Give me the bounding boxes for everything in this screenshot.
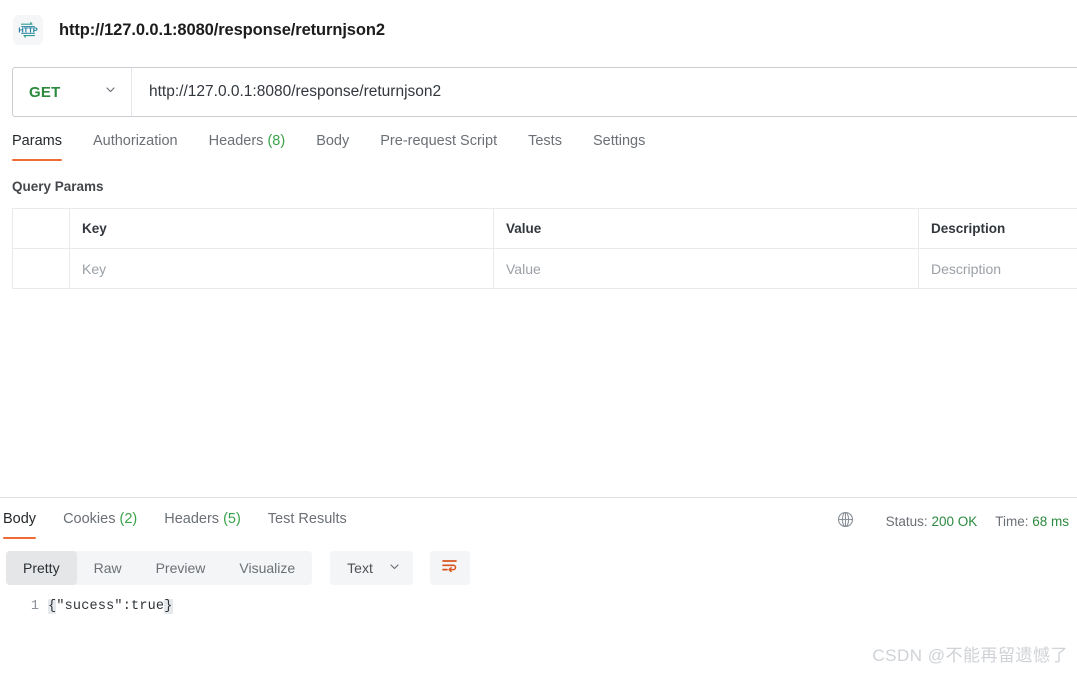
query-params-table: Key Value Description Key Value Descript…: [12, 208, 1077, 289]
tab-params-label: Params: [12, 133, 62, 149]
tab-settings-label: Settings: [592, 133, 646, 149]
row-checkbox-cell[interactable]: [12, 248, 70, 289]
response-tab-body-label: Body: [3, 511, 37, 527]
line-number: 1: [30, 599, 39, 614]
watermark: CSDN @不能再留遗憾了: [872, 646, 1068, 665]
tab-settings[interactable]: Settings: [593, 131, 645, 161]
response-tabs: Body Cookies (2) Headers (5) Test Result…: [3, 509, 374, 539]
http-method-selector[interactable]: GET: [13, 68, 131, 116]
http-method-label: GET: [29, 83, 61, 101]
status-value: 200 OK: [931, 513, 978, 529]
postman-window: HTTP http://127.0.0.1:8080/response/retu…: [0, 0, 1077, 674]
response-tab-body[interactable]: Body: [3, 509, 37, 539]
tab-pre-request-script[interactable]: Pre-request Script: [380, 131, 497, 161]
request-tabs: Params Authorization Headers (8) Body Pr…: [12, 131, 1077, 167]
tab-params[interactable]: Params: [12, 131, 62, 161]
view-mode-group: Pretty Raw Preview Visualize: [6, 551, 313, 585]
response-status-block: Status: 200 OK Time: 68 ms: [837, 511, 1069, 531]
close-brace: }: [164, 599, 173, 614]
time-badge[interactable]: Time: 68 ms: [995, 514, 1069, 529]
response-body-line: {"sucess":true}: [48, 595, 173, 618]
status-label: Status:: [885, 513, 928, 529]
response-tab-headers[interactable]: Headers (5): [164, 509, 241, 539]
column-header-value: Value: [493, 208, 919, 249]
tab-headers-label: Headers: [208, 133, 264, 149]
column-header-checkbox: [12, 208, 70, 249]
tab-body-label: Body: [316, 133, 350, 149]
tab-authorization-label: Authorization: [92, 133, 178, 149]
view-mode-raw[interactable]: Raw: [77, 551, 139, 585]
table-header-row: Key Value Description: [12, 208, 1077, 249]
request-url-input[interactable]: http://127.0.0.1:8080/response/returnjso…: [132, 68, 1077, 116]
time-label: Time:: [995, 513, 1029, 529]
response-tab-headers-label: Headers: [164, 511, 220, 527]
globe-icon: [837, 511, 854, 531]
status-badge[interactable]: Status: 200 OK: [886, 514, 978, 529]
response-format-value: Text: [347, 560, 373, 576]
view-mode-visualize[interactable]: Visualize: [222, 551, 312, 585]
row-description-input[interactable]: Description: [918, 248, 1077, 289]
query-params-title: Query Params: [12, 179, 104, 194]
titlebar: HTTP http://127.0.0.1:8080/response/retu…: [0, 0, 1077, 60]
response-tab-cookies-label: Cookies: [63, 511, 116, 527]
column-header-key: Key: [69, 208, 494, 249]
tab-tests-label: Tests: [528, 133, 562, 149]
view-mode-preview[interactable]: Preview: [139, 551, 223, 585]
column-header-description: Description: [918, 208, 1077, 249]
row-value-input[interactable]: Value: [493, 248, 919, 289]
response-body-toolbar: Pretty Raw Preview Visualize Text: [6, 551, 470, 585]
chevron-down-icon: [388, 560, 401, 576]
tab-headers[interactable]: Headers (8): [209, 131, 286, 161]
tab-pre-request-script-label: Pre-request Script: [380, 133, 498, 149]
response-body-viewer[interactable]: 1 {"sucess":true}: [0, 595, 1077, 635]
page-title: http://127.0.0.1:8080/response/returnjso…: [59, 20, 385, 39]
table-row: Key Value Description: [12, 248, 1077, 289]
tab-authorization[interactable]: Authorization: [93, 131, 178, 161]
response-tab-headers-count: (5): [223, 511, 241, 527]
response-tab-cookies-count: (2): [119, 511, 138, 527]
response-divider: [0, 497, 1077, 498]
response-tab-test-results[interactable]: Test Results: [268, 509, 347, 539]
chevron-down-icon: [104, 83, 117, 101]
response-tab-cookies[interactable]: Cookies (2): [63, 509, 137, 539]
tab-tests[interactable]: Tests: [528, 131, 562, 161]
tab-body[interactable]: Body: [316, 131, 349, 161]
response-tab-test-results-label: Test Results: [267, 511, 347, 527]
word-wrap-button[interactable]: [429, 551, 470, 585]
view-mode-pretty[interactable]: Pretty: [6, 551, 77, 585]
word-wrap-icon: [440, 556, 459, 580]
request-url-bar: GET http://127.0.0.1:8080/response/retur…: [12, 67, 1077, 117]
http-protocol-icon: HTTP: [13, 15, 43, 45]
response-body-content: "sucess":true: [56, 599, 165, 614]
time-value: 68 ms: [1032, 513, 1069, 529]
response-format-select[interactable]: Text: [330, 551, 413, 585]
row-key-input[interactable]: Key: [69, 248, 494, 289]
tab-headers-count: (8): [267, 133, 286, 149]
